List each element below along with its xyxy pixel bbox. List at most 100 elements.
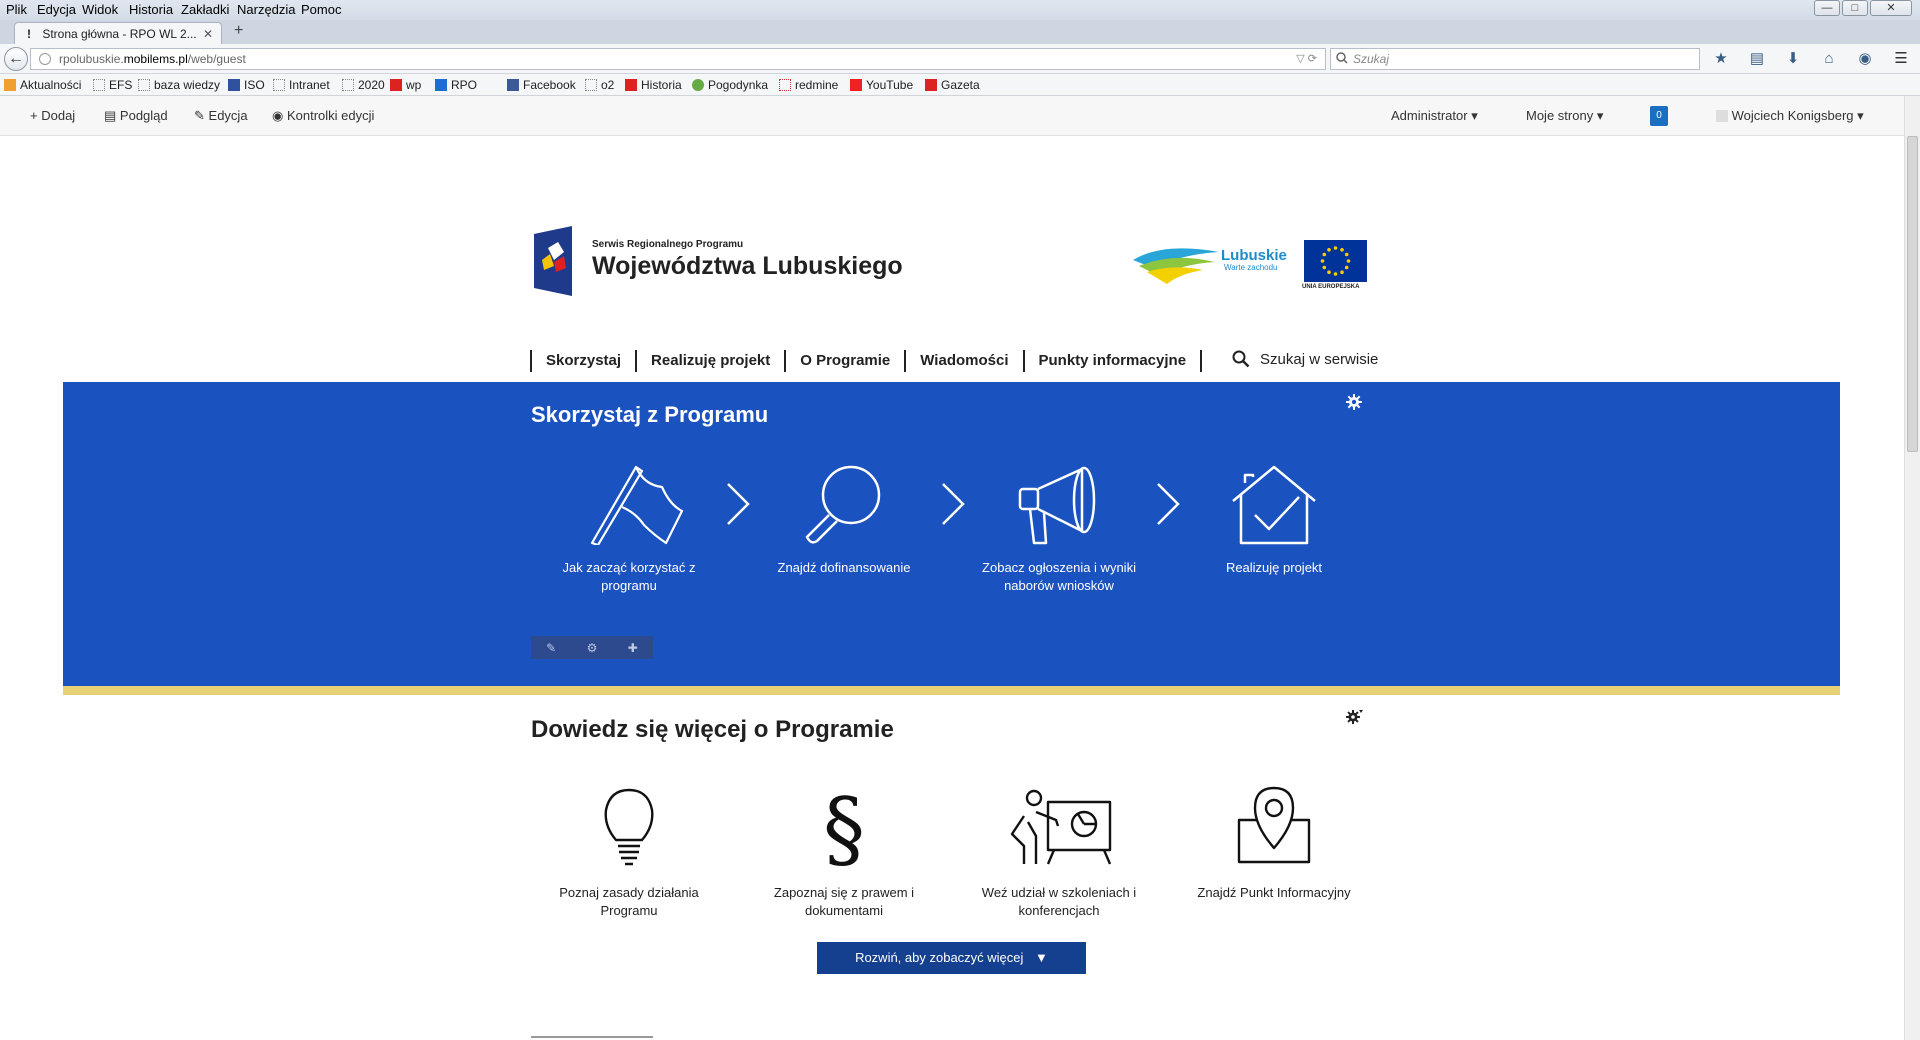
bookmark-2020[interactable]: 2020 (342, 78, 385, 92)
nav-wiadomosci[interactable]: Wiadomości (904, 350, 1022, 372)
menu-widok[interactable]: Widok (82, 2, 118, 17)
item-punkt-informacyjny[interactable]: Znajdź Punkt Informacyjny (1174, 786, 1374, 902)
url-domain: mobilems.pl (123, 52, 188, 66)
megaphone-icon (1018, 466, 1096, 545)
lubuskie-label: Lubuskie (1221, 247, 1287, 264)
bookmark-wp[interactable]: wp (390, 78, 421, 92)
preview-button[interactable]: ▤ Podgląd (104, 108, 168, 124)
my-pages-menu[interactable]: Moje strony ▾ (1526, 108, 1603, 124)
step-label: Zobacz ogłoszenia i wyniki (982, 560, 1136, 575)
item-zapoznaj-prawo[interactable]: § Zapoznaj się z prawem i dokumentami (744, 786, 944, 920)
page-scrollbar[interactable] (1904, 96, 1920, 1040)
hamburger-menu-icon[interactable]: ☰ (1892, 50, 1910, 68)
item-szkolenia[interactable]: Weź udział w szkoleniach i konferencjach (959, 786, 1159, 920)
bookmark-intranet[interactable]: Intranet (273, 78, 330, 92)
gear-icon[interactable] (1346, 394, 1362, 410)
administrator-menu[interactable]: Administrator ▾ (1391, 108, 1478, 124)
nav-o-programie[interactable]: O Programie (784, 350, 904, 372)
notification-badge[interactable]: 0 (1650, 106, 1668, 126)
minimize-icon[interactable]: — (1814, 0, 1840, 16)
bookmark-facebook[interactable]: Facebook (507, 78, 576, 92)
browser-menu-bar: Plik Edycja Widok Historia Zakładki Narz… (0, 0, 1920, 20)
url-prefix: rpolubuskie. (59, 52, 124, 66)
bookmark-gazeta[interactable]: Gazeta (925, 78, 980, 92)
step-label: Realizuję projekt (1225, 560, 1323, 575)
menu-historia[interactable]: Historia (129, 2, 173, 17)
header-title: Województwa Lubuskiego (592, 252, 903, 280)
search-icon (1336, 52, 1348, 64)
cms-toolbar: + Dodaj ▤ Podgląd ✎ Edycja ◉ Kontrolki e… (0, 96, 1904, 136)
edit-controls-toggle[interactable]: ◉ Kontrolki edycji (272, 108, 374, 124)
bookmark-youtube[interactable]: YouTube (850, 78, 913, 92)
close-window-icon[interactable]: ✕ (1870, 0, 1912, 16)
gear-icon[interactable] (1346, 708, 1364, 724)
bookmark-baza-wiedzy[interactable]: baza wiedzy (138, 78, 220, 92)
maximize-icon[interactable]: □ (1842, 0, 1868, 16)
header-subtitle: Serwis Regionalnego Programu (592, 239, 744, 250)
bookmark-redmine[interactable]: redmine (779, 78, 838, 92)
edit-button[interactable]: ✎ Edycja (194, 108, 248, 124)
tab-favicon-icon: ! (27, 27, 31, 41)
url-bar[interactable]: rpolubuskie.mobilems.pl/web/guest ▽ ⟳ (30, 48, 1326, 70)
gear-icon[interactable]: ⚙ (587, 641, 598, 655)
bookmark-iso[interactable]: ISO (228, 78, 265, 92)
eu-label: UNIA EUROPEJSKA (1302, 284, 1360, 290)
step-zobacz-ogloszenia[interactable]: Zobacz ogłoszenia i wyniki naborów wnios… (969, 465, 1149, 595)
eye-icon: ◉ (272, 108, 284, 123)
expand-more-button[interactable]: Rozwiń, aby zobaczyć więcej ▼ (817, 942, 1086, 974)
bookmark-aktualnosci[interactable]: Aktualności (4, 78, 81, 92)
main-navigation: Skorzystaj Realizuję projekt O Programie… (530, 350, 1203, 372)
nav-punkty-informacyjne[interactable]: Punkty informacyjne (1022, 350, 1203, 372)
step-realizuje-projekt[interactable]: Realizuję projekt (1184, 465, 1364, 577)
user-menu[interactable]: Wojciech Konigsberg ▾ (1716, 108, 1864, 124)
step-jak-zaczac[interactable]: Jak zacząć korzystać z programu (539, 465, 719, 595)
download-icon[interactable]: ⬇ (1784, 50, 1802, 68)
add-button[interactable]: + Dodaj (30, 108, 75, 123)
browser-search-input[interactable]: Szukaj (1330, 48, 1700, 70)
chat-icon[interactable]: ◉ (1856, 50, 1874, 68)
portlet-edit-tools: ✎ ⚙ ✚ (531, 636, 653, 659)
lightbulb-icon (604, 788, 654, 866)
chevron-right-icon (1157, 483, 1180, 525)
expand-button-label: Rozwiń, aby zobaczyć więcej (855, 950, 1024, 965)
nav-skorzystaj[interactable]: Skorzystaj (530, 350, 635, 372)
nav-realizuje-projekt[interactable]: Realizuję projekt (635, 350, 784, 372)
plus-icon[interactable]: ✚ (628, 641, 638, 655)
scrollbar-thumb[interactable] (1907, 136, 1918, 452)
magnifier-icon (805, 465, 881, 544)
step-label: naborów wniosków (1004, 578, 1114, 593)
section-bottom-rule (531, 1036, 653, 1038)
site-search[interactable]: Szukaj w serwisie (1232, 350, 1378, 368)
navigation-bar: ← rpolubuskie.mobilems.pl/web/guest ▽ ⟳ … (0, 44, 1920, 74)
bookmark-efs[interactable]: EFS (93, 78, 132, 92)
bookmark-o2[interactable]: o2 (585, 78, 614, 92)
back-button[interactable]: ← (4, 47, 28, 71)
item-poznaj-zasady[interactable]: Poznaj zasady działania Programu (529, 786, 729, 920)
presentation-icon (1010, 789, 1112, 865)
home-icon[interactable]: ⌂ (1820, 50, 1838, 68)
menu-plik[interactable]: Plik (6, 2, 27, 17)
reading-list-icon[interactable]: ▤ (1748, 50, 1766, 68)
bookmark-rpo[interactable]: RPO (435, 78, 477, 92)
bookmark-star-icon[interactable]: ★ (1712, 50, 1730, 68)
bookmark-historia[interactable]: Historia (625, 78, 682, 92)
step-znajdz-dofinansowanie[interactable]: Znajdź dofinansowanie (754, 465, 934, 577)
reload-icon[interactable]: ▽ ⟳ (1296, 49, 1317, 69)
window-controls: — □ ✕ (1814, 0, 1912, 20)
pencil-icon[interactable]: ✎ (546, 641, 556, 655)
item-label: Weź udział w szkoleniach i (981, 885, 1137, 900)
map-pin-icon (1237, 786, 1311, 864)
browser-tab[interactable]: ! Strona główna - RPO WL 2... ✕ (14, 22, 222, 46)
lubuskie-logo-icon (1133, 248, 1219, 284)
menu-pomoc[interactable]: Pomoc (301, 2, 341, 17)
menu-zakladki[interactable]: Zakładki (181, 2, 229, 17)
new-tab-icon[interactable]: + (234, 22, 243, 40)
item-label: dokumentami (804, 903, 884, 918)
bookmark-pogodynka[interactable]: Pogodynka (692, 78, 768, 92)
flag-icon (590, 465, 684, 545)
caret-down-icon: ▼ (1035, 950, 1048, 965)
tab-close-icon[interactable]: ✕ (203, 23, 213, 45)
step-label: programu (601, 578, 657, 593)
menu-edycja[interactable]: Edycja (37, 2, 76, 17)
menu-narzedzia[interactable]: Narzędzia (237, 2, 296, 17)
